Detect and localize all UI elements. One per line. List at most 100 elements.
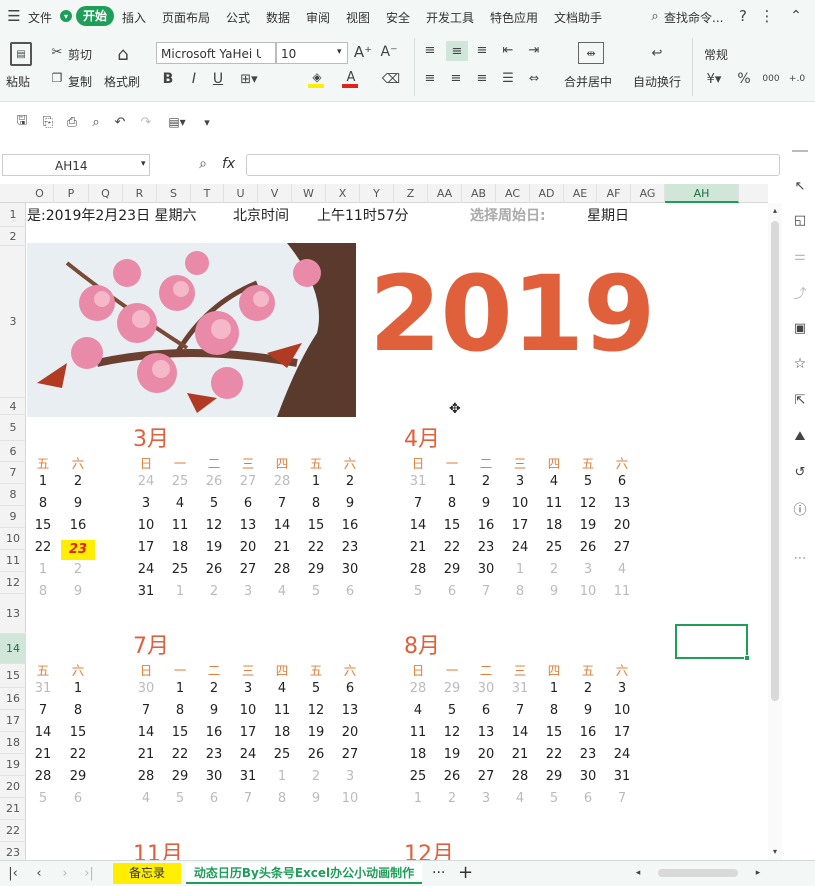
- row-header-7[interactable]: 7: [0, 462, 26, 484]
- menu-item-developer[interactable]: 开发工具: [426, 9, 474, 26]
- day-cell-august[interactable]: 10: [607, 703, 637, 718]
- underline-icon[interactable]: U: [210, 70, 226, 88]
- day-cell[interactable]: 23: [61, 540, 95, 560]
- weekday-header[interactable]: 五: [573, 453, 603, 472]
- day-cell-april[interactable]: 23: [471, 540, 501, 555]
- day-cell-april[interactable]: 7: [471, 584, 501, 599]
- day-cell-july[interactable]: 24: [233, 747, 263, 762]
- day-cell-july[interactable]: 27: [335, 747, 365, 762]
- day-cell-july[interactable]: 12: [301, 703, 331, 718]
- day-cell[interactable]: 14: [28, 725, 58, 740]
- day-cell-july[interactable]: 19: [301, 725, 331, 740]
- row-header-14[interactable]: 14: [0, 634, 26, 664]
- fx-icon[interactable]: fx: [222, 156, 235, 172]
- merge-center-button[interactable]: 合并居中: [564, 73, 612, 90]
- formula-input[interactable]: [246, 154, 780, 176]
- menu-item-doc-assistant[interactable]: 文档助手: [554, 9, 602, 26]
- day-cell-august[interactable]: 30: [471, 681, 501, 696]
- day-cell-april[interactable]: 7: [403, 496, 433, 511]
- row-header-8[interactable]: 8: [0, 484, 26, 506]
- day-cell-july[interactable]: 1: [165, 681, 195, 696]
- day-cell-april[interactable]: 3: [573, 562, 603, 577]
- column-header-v[interactable]: V: [258, 184, 292, 203]
- day-cell-august[interactable]: 31: [607, 769, 637, 784]
- format-painter-button[interactable]: 格式刷: [104, 73, 140, 90]
- day-cell-july[interactable]: 7: [233, 791, 263, 806]
- more-tabs[interactable]: ···: [432, 865, 445, 881]
- row-header-19[interactable]: 19: [0, 754, 26, 776]
- gallery-icon[interactable]: ▣: [792, 320, 808, 336]
- day-cell-april[interactable]: 24: [505, 540, 535, 555]
- weekday-header[interactable]: 六: [335, 453, 365, 472]
- day-cell-april[interactable]: 18: [539, 518, 569, 533]
- day-cell-july[interactable]: 7: [131, 703, 161, 718]
- day-cell-april[interactable]: 29: [437, 562, 467, 577]
- eraser-icon[interactable]: ⌫: [378, 70, 404, 88]
- day-cell-march[interactable]: 14: [267, 518, 297, 533]
- day-cell-august[interactable]: 3: [607, 681, 637, 696]
- column-header-s[interactable]: S: [157, 184, 191, 203]
- more-vertical-icon[interactable]: ⋮: [760, 7, 775, 25]
- align-center-icon[interactable]: ≡: [448, 70, 464, 86]
- day-cell-july[interactable]: 11: [267, 703, 297, 718]
- justify-icon[interactable]: ☰: [500, 70, 516, 86]
- day-cell-august[interactable]: 30: [573, 769, 603, 784]
- weekday-header[interactable]: 五: [301, 660, 331, 679]
- column-header-r[interactable]: R: [123, 184, 157, 203]
- italic-icon[interactable]: I: [186, 70, 202, 88]
- row-header-2[interactable]: 2: [0, 227, 26, 246]
- share-icon[interactable]: ⇱: [792, 392, 808, 408]
- day-cell-july[interactable]: 14: [131, 725, 161, 740]
- day-cell-april[interactable]: 31: [403, 474, 433, 489]
- day-cell-august[interactable]: 4: [403, 703, 433, 718]
- weekday-header[interactable]: 六: [63, 453, 93, 472]
- day-cell-august[interactable]: 5: [539, 791, 569, 806]
- distribute-icon[interactable]: ⇔: [526, 70, 542, 86]
- day-cell-april[interactable]: 6: [607, 474, 637, 489]
- day-cell-march[interactable]: 27: [233, 562, 263, 577]
- day-cell-april[interactable]: 1: [437, 474, 467, 489]
- day-cell[interactable]: 21: [28, 747, 58, 762]
- shape-icon[interactable]: ◱: [792, 212, 808, 228]
- day-cell-march[interactable]: 21: [267, 540, 297, 555]
- day-cell-august[interactable]: 1: [539, 681, 569, 696]
- day-cell-august[interactable]: 6: [573, 791, 603, 806]
- day-cell-august[interactable]: 2: [437, 791, 467, 806]
- day-cell[interactable]: 22: [28, 540, 58, 555]
- day-cell-march[interactable]: 16: [335, 518, 365, 533]
- selected-cell[interactable]: [675, 624, 750, 661]
- day-cell[interactable]: 5: [28, 791, 58, 806]
- scroll-left-icon[interactable]: ◂: [632, 867, 644, 879]
- row-header-20[interactable]: 20: [0, 776, 26, 798]
- decrease-font-icon[interactable]: A⁻: [380, 42, 398, 62]
- day-cell-august[interactable]: 7: [607, 791, 637, 806]
- first-sheet-icon[interactable]: |‹: [6, 865, 20, 881]
- paste-button[interactable]: 粘贴: [6, 73, 30, 90]
- day-cell-july[interactable]: 17: [233, 725, 263, 740]
- row-header-22[interactable]: 22: [0, 820, 26, 842]
- day-cell-march[interactable]: 9: [335, 496, 365, 511]
- day-cell-august[interactable]: 7: [505, 703, 535, 718]
- day-cell-april[interactable]: 4: [539, 474, 569, 489]
- day-cell-march[interactable]: 17: [131, 540, 161, 555]
- day-cell-march[interactable]: 2: [335, 474, 365, 489]
- day-cell-july[interactable]: 20: [335, 725, 365, 740]
- scroll-down-icon[interactable]: ▾: [770, 846, 780, 856]
- day-cell-august[interactable]: 26: [437, 769, 467, 784]
- print-icon[interactable]: ⎙: [64, 114, 80, 130]
- last-sheet-icon[interactable]: ›|: [82, 865, 96, 881]
- day-cell-april[interactable]: 11: [607, 584, 637, 599]
- day-cell-july[interactable]: 2: [199, 681, 229, 696]
- day-cell-august[interactable]: 23: [573, 747, 603, 762]
- row-header-9[interactable]: 9: [0, 506, 26, 528]
- menu-item-security[interactable]: 安全: [386, 9, 410, 26]
- zoom-formula-icon[interactable]: ⌕: [195, 156, 211, 172]
- increase-font-icon[interactable]: A⁺: [354, 42, 372, 62]
- undo-icon[interactable]: ↶: [112, 114, 128, 130]
- day-cell-august[interactable]: 3: [471, 791, 501, 806]
- column-header-u[interactable]: U: [224, 184, 258, 203]
- merge-center-icon[interactable]: ⇹: [578, 42, 604, 64]
- next-sheet-icon[interactable]: ›: [58, 865, 72, 881]
- day-cell-august[interactable]: 29: [437, 681, 467, 696]
- day-cell-march[interactable]: 25: [165, 562, 195, 577]
